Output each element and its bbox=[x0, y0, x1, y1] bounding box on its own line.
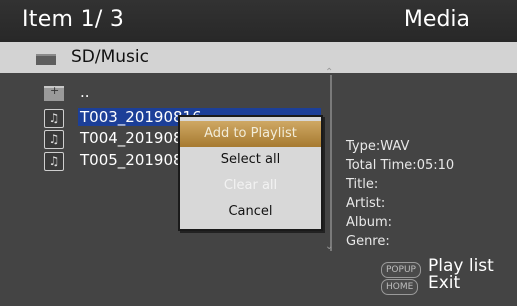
path-bar: SD/Music bbox=[0, 42, 517, 73]
menu-item-select-all[interactable]: Select all bbox=[180, 147, 321, 173]
info-album: Album: bbox=[346, 215, 393, 230]
scrollbar[interactable] bbox=[330, 75, 332, 251]
list-item-parent[interactable]: .. bbox=[44, 83, 324, 104]
info-total-time: Total Time:05:10 bbox=[346, 158, 455, 173]
music-file-icon: ♫ bbox=[44, 152, 64, 171]
file-name: .. bbox=[80, 83, 90, 101]
info-artist: Artist: bbox=[346, 196, 386, 211]
folder-icon bbox=[36, 54, 56, 65]
music-file-icon: ♫ bbox=[44, 109, 64, 128]
page-title: Media bbox=[403, 7, 470, 32]
music-file-icon: ♫ bbox=[44, 130, 64, 149]
menu-item-clear-all: Clear all bbox=[223, 178, 278, 193]
menu-item-add-to-playlist[interactable]: Add to Playlist bbox=[180, 121, 321, 147]
menu-item-cancel[interactable]: Cancel bbox=[180, 199, 321, 225]
scroll-down-icon[interactable]: ⌄ bbox=[325, 241, 333, 252]
home-key-icon: HOME bbox=[381, 279, 419, 295]
info-type: Type:WAV bbox=[346, 139, 410, 154]
current-path: SD/Music bbox=[71, 47, 149, 67]
file-name: T004_201908 bbox=[80, 129, 183, 147]
popup-menu: Add to Playlist Select all Clear all Can… bbox=[178, 115, 323, 231]
header-bar: Item 1/ 3 Media bbox=[0, 0, 517, 42]
info-title: Title: bbox=[346, 177, 379, 192]
file-name: T005_201908 bbox=[80, 151, 183, 169]
parent-folder-icon bbox=[44, 84, 64, 101]
info-genre: Genre: bbox=[346, 234, 390, 249]
item-count: Item 1/ 3 bbox=[22, 7, 125, 32]
popup-key-icon: POPUP bbox=[381, 262, 421, 278]
exit-label[interactable]: Exit bbox=[428, 273, 460, 293]
